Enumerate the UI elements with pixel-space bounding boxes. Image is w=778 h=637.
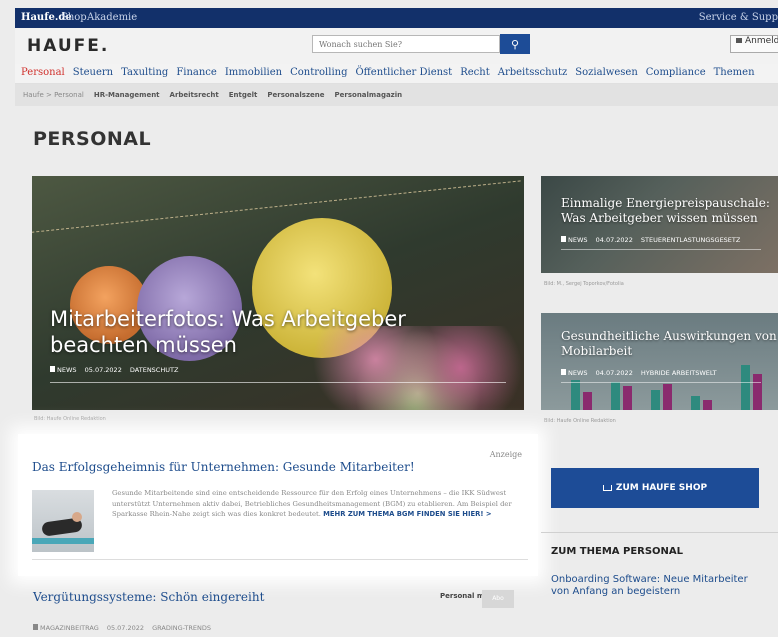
cart-icon: [602, 485, 612, 491]
nav-oeffentlicher-dienst[interactable]: Öffentlicher Dienst: [355, 64, 452, 83]
article-title[interactable]: Vergütungssysteme: Schön eingereiht: [33, 590, 264, 604]
subnav-hr-management[interactable]: HR-Management: [94, 91, 160, 106]
side-teaser-2-tag[interactable]: HYBRIDE ARBEITSWELT: [641, 369, 717, 377]
nav-taxulting[interactable]: Taxulting: [121, 64, 168, 83]
hero-divider: [50, 382, 506, 383]
search-button[interactable]: ⚲: [500, 34, 530, 54]
document-icon: [33, 624, 38, 630]
ad-divider: [32, 559, 528, 560]
chart-bar: [691, 396, 700, 410]
hero-meta: NEWS 05.07.2022 DATENSCHUTZ: [50, 366, 178, 374]
ad-image[interactable]: [32, 490, 94, 552]
side-teaser-mobilarbeit[interactable]: Gesundheitliche Auswirkungen von Mobilar…: [541, 313, 778, 410]
document-icon: [561, 369, 566, 375]
hero-tag[interactable]: DATENSCHUTZ: [130, 366, 179, 374]
subnav-entgelt[interactable]: Entgelt: [229, 91, 258, 106]
hero-date: 05.07.2022: [84, 366, 122, 374]
breadcrumb[interactable]: Haufe > Personal: [23, 91, 84, 106]
hero-type: NEWS: [57, 366, 77, 374]
top-bar: Haufe.de Shop Akademie Service & Supp: [15, 8, 778, 28]
nav-controlling[interactable]: Controlling: [290, 64, 347, 83]
subnav-personalszene[interactable]: Personalszene: [267, 91, 324, 106]
shop-button-label: ZUM HAUFE SHOP: [615, 483, 708, 493]
chart-bar: [663, 384, 672, 410]
nav-finance[interactable]: Finance: [176, 64, 217, 83]
shop-link[interactable]: Shop: [61, 12, 87, 23]
chart-bar: [583, 392, 592, 410]
nav-sozialwesen[interactable]: Sozialwesen: [575, 64, 637, 83]
sub-navigation: Haufe > Personal HR-Management Arbeitsre…: [15, 84, 778, 106]
ad-text: Gesunde Mitarbeitende sind eine entschei…: [112, 488, 522, 520]
chart-bar: [753, 374, 762, 410]
document-icon: [561, 236, 566, 242]
service-support-link[interactable]: Service & Supp: [699, 12, 778, 23]
nav-recht[interactable]: Recht: [460, 64, 490, 83]
right-divider: [541, 532, 778, 533]
ad-title[interactable]: Das Erfolgsgeheimnis für Unternehmen: Ge…: [32, 460, 415, 474]
article-meta: MAGAZINBEITRAG 05.07.2022 GRADING-TRENDS: [33, 624, 211, 632]
chart-bar: [571, 380, 580, 410]
article-date: 05.07.2022: [106, 624, 145, 632]
search-input[interactable]: [312, 35, 500, 53]
side-teaser-energiepreispauschale[interactable]: Einmalige Energiepreispauschale: Was Arb…: [541, 176, 778, 273]
hero-teaser[interactable]: Mitarbeiterfotos: Was Arbeitgeber beacht…: [32, 176, 524, 410]
akademie-link[interactable]: Akademie: [87, 12, 137, 23]
side-teaser-2-date: 04.07.2022: [595, 369, 633, 377]
hero-caption: Bild: Haufe Online Redaktion: [34, 416, 106, 422]
article-tag[interactable]: GRADING-TRENDS: [152, 624, 211, 632]
side-teaser-1-caption: Bild: M., Sergej Toporkov/Fotolia: [544, 281, 624, 287]
onboarding-software-link[interactable]: Onboarding Software: Neue Mitarbeiter vo…: [551, 574, 751, 598]
haufe-logo[interactable]: HAUFE.: [27, 36, 109, 56]
nav-arbeitsschutz[interactable]: Arbeitsschutz: [498, 64, 568, 83]
side-teaser-1-title[interactable]: Einmalige Energiepreispauschale: Was Arb…: [561, 196, 778, 226]
nav-compliance[interactable]: Compliance: [646, 64, 706, 83]
main-navigation: Personal Steuern Taxulting Finance Immob…: [15, 64, 778, 84]
side-teaser-1-tag[interactable]: STEUERENTLASTUNGSGESETZ: [641, 236, 740, 244]
article-type: MAGAZINBEITRAG: [40, 624, 99, 632]
chart-bar: [741, 365, 750, 410]
search-icon: ⚲: [510, 38, 520, 51]
nav-personal[interactable]: Personal: [21, 64, 65, 83]
side-teaser-1-type: NEWS: [568, 236, 588, 244]
login-label: Anmelde: [745, 36, 778, 46]
ad-image-mat: [32, 538, 94, 544]
ad-image-head: [72, 512, 82, 522]
side-teaser-1-meta: NEWS 04.07.2022 STEUERENTLASTUNGSGESETZ: [561, 236, 740, 244]
side-teaser-2-title[interactable]: Gesundheitliche Auswirkungen von Mobilar…: [561, 329, 778, 359]
subnav-arbeitsrecht[interactable]: Arbeitsrecht: [170, 91, 219, 106]
side-teaser-1-date: 04.07.2022: [595, 236, 633, 244]
haufe-shop-button[interactable]: ZUM HAUFE SHOP: [551, 468, 759, 508]
nav-steuern[interactable]: Steuern: [73, 64, 113, 83]
side-teaser-2-meta: NEWS 04.07.2022 HYBRIDE ARBEITSWELT: [561, 369, 717, 377]
document-icon: [50, 366, 55, 372]
side-teaser-2-caption: Bild: Haufe Online Redaktion: [544, 418, 616, 424]
advertisement: Anzeige Das Erfolgsgeheimnis für Unterne…: [18, 434, 538, 576]
login-button[interactable]: Anmelde: [730, 35, 778, 53]
abo-badge: Abo: [482, 590, 514, 608]
lock-icon: [736, 38, 742, 43]
side-teaser-1-divider: [561, 249, 761, 250]
header: HAUFE. ⚲ Anmelde: [15, 28, 778, 64]
side-teaser-2-divider: [561, 382, 761, 383]
ad-label: Anzeige: [489, 450, 522, 459]
page-title: PERSONAL: [33, 128, 152, 150]
chart-bar: [703, 400, 712, 410]
nav-themen[interactable]: Themen: [714, 64, 755, 83]
nav-immobilien[interactable]: Immobilien: [225, 64, 282, 83]
chart-bar: [623, 386, 632, 410]
chart-bar: [611, 382, 620, 410]
chart-bar: [651, 390, 660, 410]
side-teaser-2-type: NEWS: [568, 369, 588, 377]
hero-title[interactable]: Mitarbeiterfotos: Was Arbeitgeber beacht…: [50, 306, 430, 358]
topic-heading: ZUM THEMA PERSONAL: [551, 546, 684, 557]
subnav-personalmagazin[interactable]: Personalmagazin: [335, 91, 403, 106]
ad-more-link[interactable]: MEHR ZUM THEMA BGM FINDEN SIE HIER! >: [323, 510, 491, 518]
